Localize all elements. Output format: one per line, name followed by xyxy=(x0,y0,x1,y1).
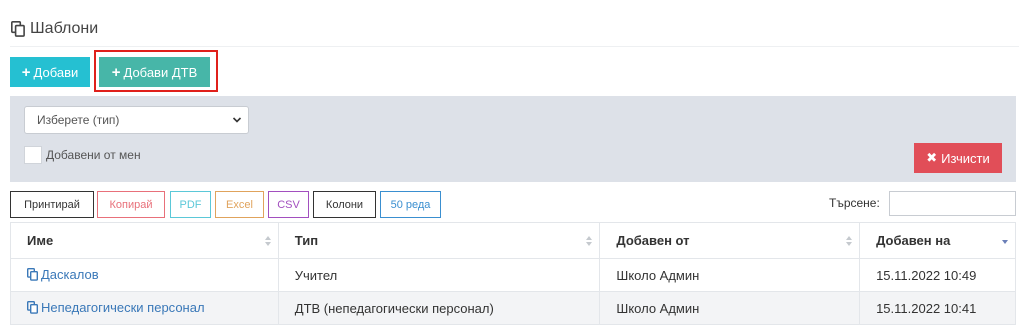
excel-button[interactable]: Excel xyxy=(215,191,264,218)
copy-button[interactable]: Копирай xyxy=(97,191,165,218)
columns-button-label: Колони xyxy=(325,198,364,211)
print-button[interactable]: Принтирай xyxy=(10,191,94,218)
search-input[interactable] xyxy=(889,191,1016,216)
rows-button-label: 50 реда xyxy=(390,198,431,211)
columns-button[interactable]: Колони xyxy=(313,191,376,218)
add-button[interactable]: + Добави xyxy=(10,57,90,87)
plus-icon: + xyxy=(21,63,31,81)
add-dtv-button-label: Добави ДТВ xyxy=(123,64,198,80)
header-added-on[interactable]: Добавен на xyxy=(859,222,1016,259)
template-name: Даскалов xyxy=(41,266,99,282)
cell-added-by: Школо Админ xyxy=(599,291,861,325)
table-row: Даскалов Учител Школо Админ 15.11.2022 1… xyxy=(10,258,1016,292)
copy-icon xyxy=(27,267,38,281)
header-type-label: Тип xyxy=(294,233,319,248)
add-dtv-button[interactable]: + Добави ДТВ xyxy=(99,57,210,87)
header-added-on-label: Добавен на xyxy=(876,233,951,248)
added-by-me-filter: Добавени от мен xyxy=(24,146,141,164)
clear-button[interactable]: ✖ Изчисти xyxy=(914,143,1002,173)
template-name: Непедагогически персонал xyxy=(41,299,205,315)
added-by-me-checkbox[interactable] xyxy=(24,146,42,164)
header-name-label: Име xyxy=(27,233,54,248)
csv-button-label: CSV xyxy=(277,198,300,211)
template-link[interactable]: Даскалов xyxy=(27,267,99,282)
page-title: Шаблони xyxy=(11,19,98,39)
template-link[interactable]: Непедагогически персонал xyxy=(27,300,205,315)
plus-icon: + xyxy=(111,63,121,81)
header-name[interactable]: Име xyxy=(10,222,279,259)
type-select-value: Изберете (тип) xyxy=(37,113,120,127)
table-row: Непедагогически персонал ДТВ (непедагоги… xyxy=(10,291,1016,325)
templates-table: Име Тип Добавен от Добавен на Даскалов У… xyxy=(10,222,1016,325)
clear-button-label: Изчисти xyxy=(941,150,990,166)
cell-type: ДТВ (непедагогически персонал) xyxy=(277,291,601,325)
cell-name: Непедагогически персонал xyxy=(10,291,279,325)
header-added-by[interactable]: Добавен от xyxy=(599,222,861,259)
cell-type: Учител xyxy=(277,258,601,292)
chevron-down-icon xyxy=(232,117,242,123)
cell-added-by: Школо Админ xyxy=(599,258,861,292)
title-divider xyxy=(10,46,1019,47)
page-title-text: Шаблони xyxy=(30,20,99,37)
copy-icon xyxy=(27,300,38,314)
pdf-button-label: PDF xyxy=(179,198,202,211)
times-icon: ✖ xyxy=(926,150,938,165)
excel-button-label: Excel xyxy=(226,198,253,211)
type-select[interactable]: Изберете (тип) xyxy=(24,106,249,134)
add-button-label: Добави xyxy=(33,64,79,80)
sort-icon xyxy=(264,236,271,246)
header-added-by-label: Добавен от xyxy=(616,233,690,248)
search-label: Търсене: xyxy=(829,196,880,210)
added-by-me-label: Добавени от мен xyxy=(46,148,141,162)
cell-name: Даскалов xyxy=(10,258,279,292)
rows-button[interactable]: 50 реда xyxy=(380,191,441,218)
header-type[interactable]: Тип xyxy=(277,222,601,259)
cell-added-on: 15.11.2022 10:49 xyxy=(859,258,1016,292)
sort-desc-icon xyxy=(1002,240,1008,244)
cell-added-on: 15.11.2022 10:41 xyxy=(859,291,1016,325)
csv-button[interactable]: CSV xyxy=(268,191,309,218)
sort-icon xyxy=(846,236,853,246)
sort-icon xyxy=(586,236,593,246)
copy-button-label: Копирай xyxy=(109,198,153,211)
table-header-row: Име Тип Добавен от Добавен на xyxy=(10,222,1016,259)
pdf-button[interactable]: PDF xyxy=(170,191,211,218)
copy-icon xyxy=(11,21,25,37)
print-button-label: Принтирай xyxy=(24,198,80,211)
